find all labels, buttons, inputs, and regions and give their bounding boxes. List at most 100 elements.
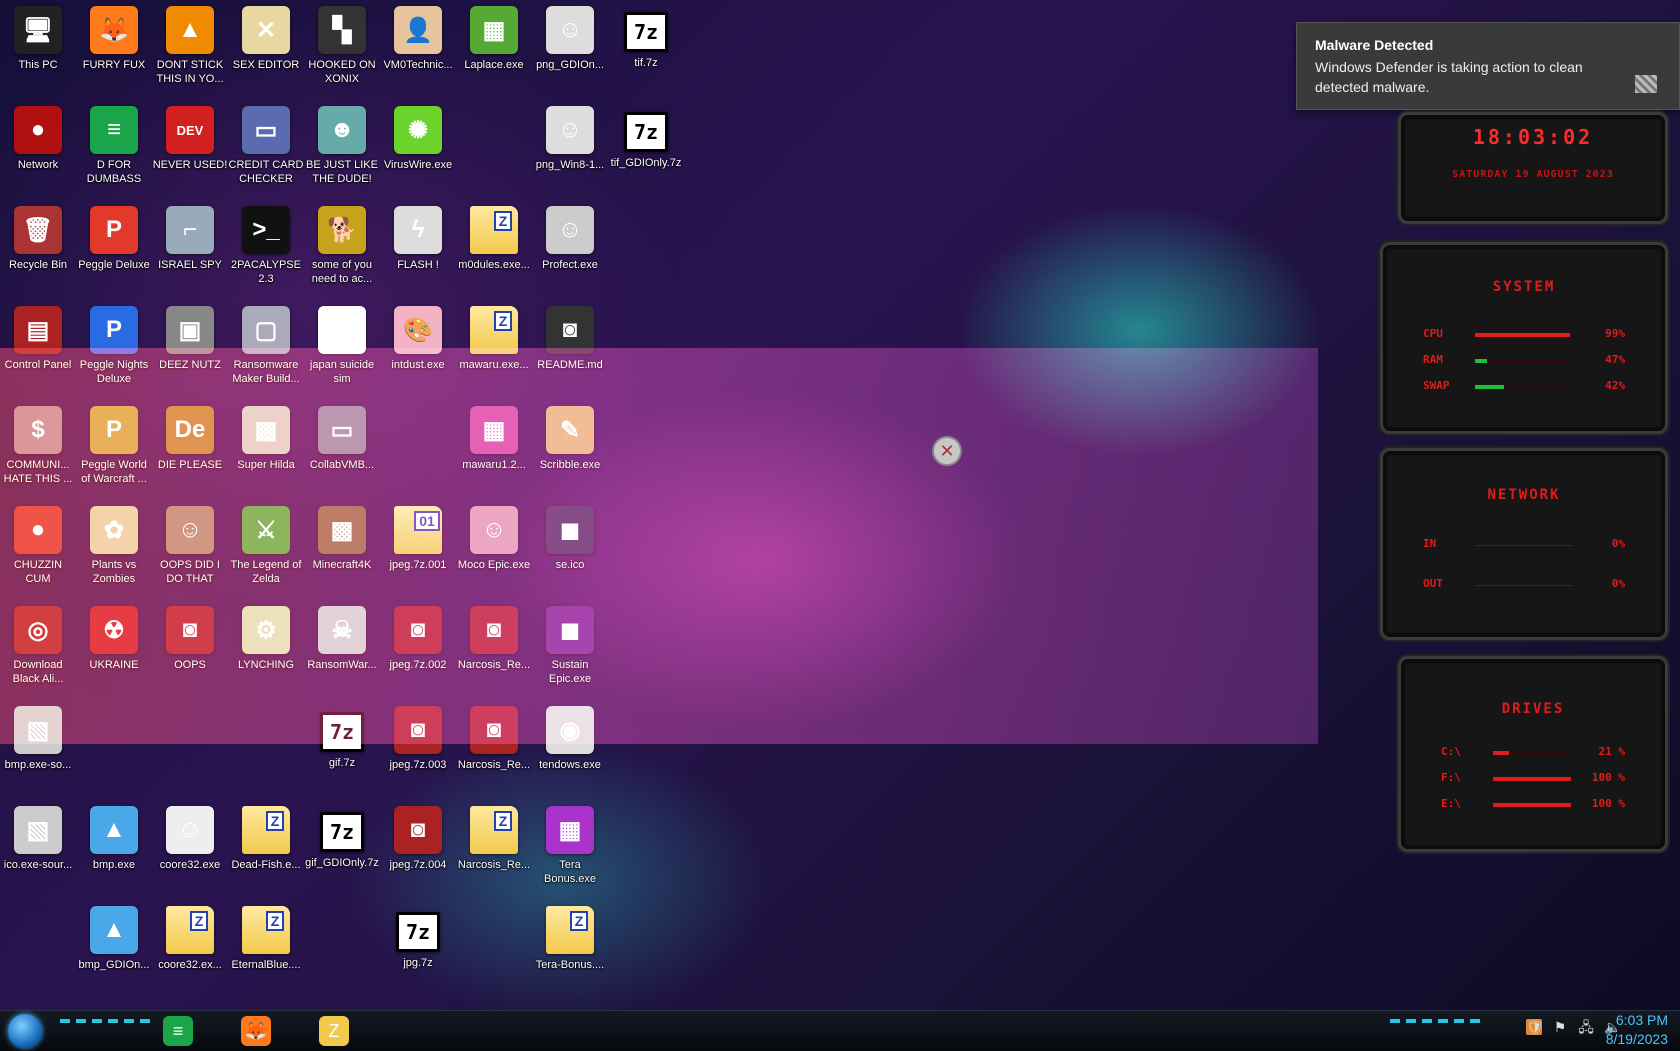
- desktop-icon[interactable]: 🐕 some of you need to ac...: [304, 200, 380, 296]
- start-button[interactable]: [8, 1014, 42, 1048]
- system_widget-value: 47%: [1605, 353, 1625, 366]
- rm-icon: ◙: [394, 706, 442, 754]
- desktop-icon[interactable]: ◙ Narcosis_Re...: [456, 700, 532, 796]
- desktop-icon[interactable]: ⚙ LYNCHING: [228, 600, 304, 696]
- desktop-icon[interactable]: ◼ se.ico: [532, 500, 608, 596]
- desktop-icon[interactable]: 🗑 Recycle Bin: [0, 200, 76, 296]
- desktop-icon[interactable]: P Peggle World of Warcraft ...: [76, 400, 152, 496]
- desktop-icon[interactable]: 🖥 This PC: [0, 0, 76, 96]
- desktop-icon[interactable]: 7z gif_GDIOnly.7z: [304, 800, 380, 896]
- desktop-icon[interactable]: $ COMMUNI... HATE THIS ...: [0, 400, 76, 496]
- desktop-icon-label: m0dules.exe...: [458, 259, 530, 271]
- desktop-icon[interactable]: Z Tera-Bonus....: [532, 900, 608, 996]
- desktop-icon[interactable]: ✿ Plants vs Zombies: [76, 500, 152, 596]
- desktop-icon[interactable]: ▲ bmp_GDIOn...: [76, 900, 152, 996]
- desktop-icon[interactable]: ▲ bmp.exe: [76, 800, 152, 896]
- desktop-icon[interactable]: ⌐ ISRAEL SPY: [152, 200, 228, 296]
- desktop-icon[interactable]: ☠ RansomWar...: [304, 600, 380, 696]
- desktop-icon[interactable]: ▦ Laplace.exe: [456, 0, 532, 96]
- desktop-icon[interactable]: 🎨 intdust.exe: [380, 300, 456, 396]
- clock-widget[interactable]: 18:03:02 SATURDAY 19 AUGUST 2023: [1398, 112, 1668, 224]
- security-icon[interactable]: 🛡: [1526, 1019, 1544, 1035]
- desktop-icon[interactable]: P Peggle Nights Deluxe: [76, 300, 152, 396]
- desktop-icon[interactable]: ◙ jpeg.7z.004: [380, 800, 456, 896]
- notification-toast[interactable]: Malware Detected Windows Defender is tak…: [1296, 22, 1680, 110]
- taskbar-app-notes[interactable]: ≡: [150, 1013, 206, 1049]
- system_widget-value: 42%: [1605, 379, 1625, 392]
- desktop-icon[interactable]: Zmawaru.exe...: [456, 300, 532, 396]
- desktop-icon[interactable]: ◉ tendows.exe: [532, 700, 608, 796]
- desktop-icon[interactable]: ▧ ico.exe-sour...: [0, 800, 76, 896]
- system_widget-label: SWAP: [1423, 379, 1450, 392]
- desktop-icon[interactable]: ⚔ The Legend of Zelda: [228, 500, 304, 596]
- desktop-icon[interactable]: 7z jpg.7z: [380, 900, 456, 996]
- desktop-icon[interactable]: ▭ CollabVMB...: [304, 400, 380, 496]
- desktop-icon[interactable]: ☺ Moco Epic.exe: [456, 500, 532, 596]
- desktop-icon[interactable]: ◙ OOPS: [152, 600, 228, 696]
- desktop-icon-label: se.ico: [555, 559, 585, 571]
- desktop-icon[interactable]: 7z tif_GDIOnly.7z: [608, 100, 684, 196]
- close-icon[interactable]: ✕: [932, 436, 962, 466]
- desktop-icon[interactable]: 01 jpeg.7z.001: [380, 500, 456, 596]
- desktop-icon[interactable]: ● CHUZZIN CUM: [0, 500, 76, 596]
- desktop-icon[interactable]: ϟ FLASH !: [380, 200, 456, 296]
- desktop-icon[interactable]: 👤 VM0Technic...: [380, 0, 456, 96]
- desktop-icon[interactable]: ✕ SEX EDITOR: [228, 0, 304, 96]
- desktop-icon[interactable]: 🦊 FURRY FUX: [76, 0, 152, 96]
- desktop-icon[interactable]: ▩ Minecraft4K: [304, 500, 380, 596]
- taskbar-clock-date: 8/19/2023: [1605, 1031, 1668, 1047]
- desktop-icon[interactable]: ☺ coore32.exe: [152, 800, 228, 896]
- desktop-icon-label: OOPS DID I DO THAT: [160, 559, 220, 585]
- desktop-icon[interactable]: ▦ mawaru1.2...: [456, 400, 532, 496]
- desktop-icon[interactable]: ☢ UKRAINE: [76, 600, 152, 696]
- desktop-icon-label: Super Hilda: [237, 459, 295, 471]
- taskbar-app-firefox[interactable]: 🦊: [228, 1013, 284, 1049]
- desktop-icon[interactable]: ▭ CREDIT CARD CHECKER: [228, 100, 304, 196]
- flag-icon[interactable]: ⚑: [1552, 1019, 1568, 1035]
- desktop-icon[interactable]: ☻ BE JUST LIKE THE DUDE!: [304, 100, 380, 196]
- desktop-icon[interactable]: ◙ jpeg.7z.002: [380, 600, 456, 696]
- desktop-icon[interactable]: ☺ OOPS DID I DO THAT: [152, 500, 228, 596]
- desktop-icon[interactable]: 7z tif.7z: [608, 0, 684, 96]
- desktop-icon-label: bmp.exe-so...: [4, 759, 72, 771]
- desktop-icon[interactable]: Zcoore32.ex...: [152, 900, 228, 996]
- system-widget[interactable]: SYSTEM CPU 99% RAM 47% SWAP 42%: [1380, 242, 1668, 434]
- desktop-icon[interactable]: ≡ D FOR DUMBASS: [76, 100, 152, 196]
- desktop-icon[interactable]: Zm0dules.exe...: [456, 200, 532, 296]
- desktop-icon[interactable]: ✎ Scribble.exe: [532, 400, 608, 496]
- desktop-icon[interactable]: ▧ bmp.exe-so...: [0, 700, 76, 796]
- drives-widget[interactable]: DRIVES C:\ 21 % F:\ 100 % E:\ 100 %: [1398, 656, 1668, 852]
- desktop-icon[interactable]: ▢ Ransomware Maker Build...: [228, 300, 304, 396]
- desktop-icon[interactable]: ◎ Download Black Ali...: [0, 600, 76, 696]
- desktop-icon[interactable]: ▦ Tera Bonus.exe: [532, 800, 608, 896]
- desktop-icon[interactable]: ◙ jpeg.7z.003: [380, 700, 456, 796]
- desktop-icon[interactable]: ☺ png_GDIOn...: [532, 0, 608, 96]
- desktop-icon[interactable]: Z EternalBlue....: [228, 900, 304, 996]
- desktop-icon[interactable]: ▚ HOOKED ON XONIX: [304, 0, 380, 96]
- desktop-icon[interactable]: ◼ Sustain Epic.exe: [532, 600, 608, 696]
- taskbar-decoration: [60, 1019, 150, 1023]
- taskbar-app-explorer[interactable]: Z: [306, 1013, 362, 1049]
- desktop-icon[interactable]: Z Dead-Fish.e...: [228, 800, 304, 896]
- desktop-icon[interactable]: ✺ VirusWire.exe: [380, 100, 456, 196]
- desktop-icon[interactable]: ◙ Narcosis_Re...: [456, 600, 532, 696]
- desktop-icon[interactable]: ☺ png_Win8-1...: [532, 100, 608, 196]
- desktop-icon[interactable]: >_ 2PACALYPSE 2.3: [228, 200, 304, 296]
- desktop-icon-label: coore32.exe: [159, 859, 221, 871]
- desktop-icon[interactable]: 7z gif.7z: [304, 700, 380, 796]
- disc-icon: ◉: [546, 706, 594, 754]
- desktop-icon[interactable]: ▩ Super Hilda: [228, 400, 304, 496]
- desktop-icon[interactable]: De DIE PLEASE: [152, 400, 228, 496]
- network-widget[interactable]: NETWORK IN 0% OUT 0%: [1380, 448, 1668, 640]
- desktop-icon[interactable]: ☺ Profect.exe: [532, 200, 608, 296]
- desktop-icon[interactable]: P Peggle Deluxe: [76, 200, 152, 296]
- desktop-icon[interactable]: ▤ japan suicide sim: [304, 300, 380, 396]
- desktop-icon[interactable]: ▣ DEEZ NUTZ: [152, 300, 228, 396]
- desktop-icon[interactable]: ● Network: [0, 100, 76, 196]
- desktop-icon[interactable]: DEV NEVER USED!: [152, 100, 228, 196]
- desktop-icon[interactable]: ▤ Control Panel: [0, 300, 76, 396]
- desktop-icon[interactable]: ◙ README.md: [532, 300, 608, 396]
- taskbar-clock[interactable]: 6:03 PM 8/19/2023: [1576, 1011, 1668, 1049]
- desktop-icon[interactable]: ▲ DONT STICK THIS IN YO...: [152, 0, 228, 96]
- desktop-icon[interactable]: Z Narcosis_Re...: [456, 800, 532, 896]
